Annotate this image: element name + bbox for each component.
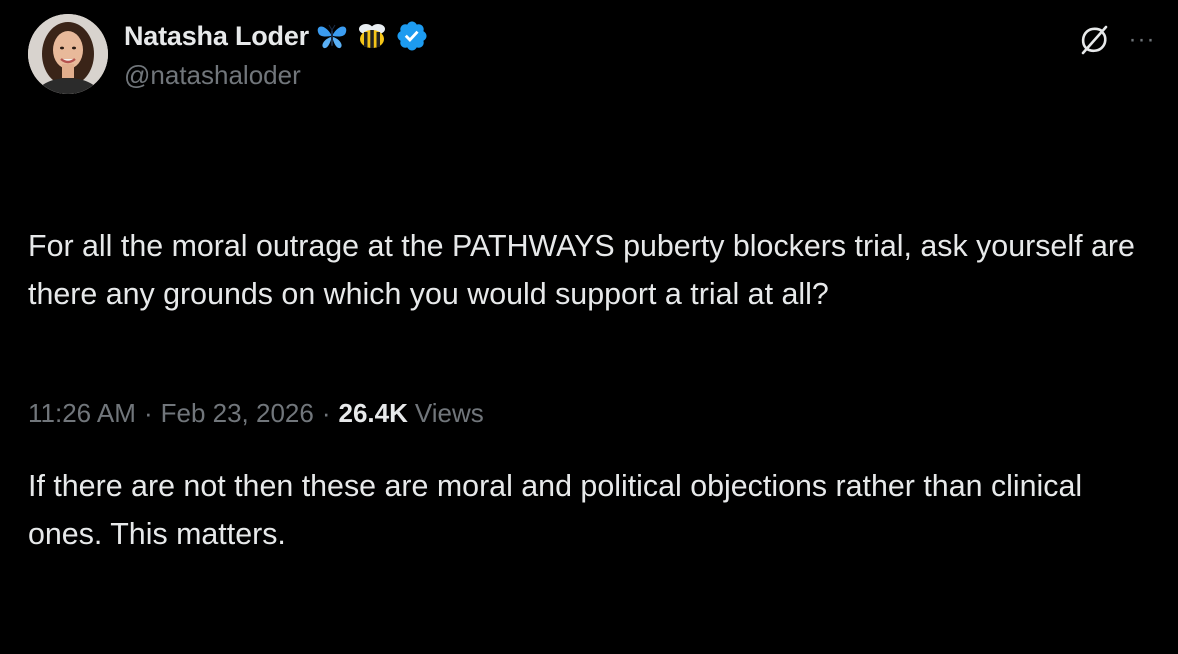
tweet-meta: 11:26 AM · Feb 23, 2026 · 26.4K Views [28, 398, 484, 429]
author-display-name[interactable]: Natasha Loder [124, 21, 309, 52]
meta-separator: · [143, 398, 153, 428]
tweet-top-actions: ··· [1074, 20, 1158, 60]
author-handle[interactable]: @natashaloder [124, 60, 301, 91]
author-row: Natasha Loder [124, 16, 429, 56]
tweet-paragraph-2: If there are not then these are moral an… [28, 469, 1091, 551]
bee-emoji-icon [355, 19, 389, 53]
tweet-card: Natasha Loder @natashaloder ··· For all … [0, 0, 1178, 551]
tweet-paragraph-1: For all the moral outrage at the PATHWAY… [28, 229, 1144, 311]
grok-icon[interactable] [1074, 20, 1114, 60]
tweet-time[interactable]: 11:26 AM [28, 398, 136, 429]
verified-badge-icon[interactable] [395, 19, 429, 53]
views-count[interactable]: 26.4K [339, 398, 408, 429]
avatar-image [28, 14, 108, 94]
meta-separator: · [321, 398, 331, 428]
more-options-icon[interactable]: ··· [1126, 24, 1158, 56]
butterfly-emoji-icon [315, 19, 349, 53]
tweet-date[interactable]: Feb 23, 2026 [161, 398, 314, 429]
avatar[interactable] [28, 14, 108, 94]
views-label: Views [414, 398, 484, 428]
tweet-body: For all the moral outrage at the PATHWAY… [28, 126, 1158, 654]
